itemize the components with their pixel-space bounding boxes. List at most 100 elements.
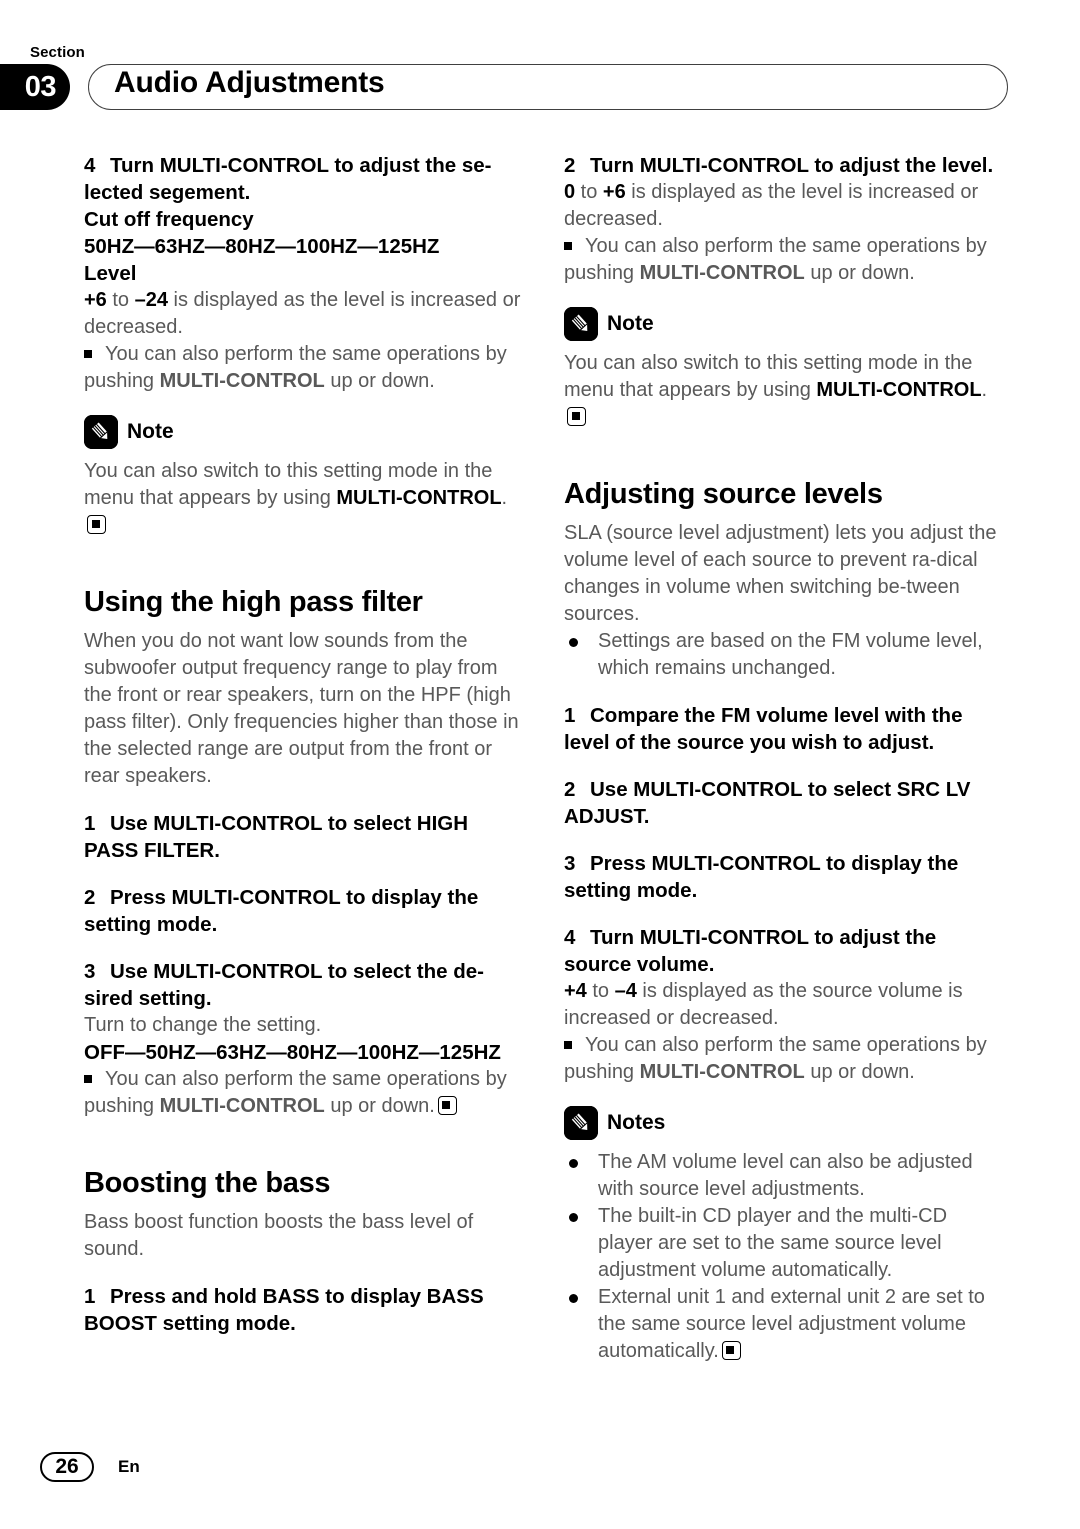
note-body: You can also switch to this setting mode… <box>84 458 524 539</box>
step-number: 3 <box>564 852 576 875</box>
level-range-paragraph: +6 to –24 is displayed as the level is i… <box>84 287 524 341</box>
adjusting-source-levels-heading: Adjusting source levels <box>564 478 883 510</box>
step-text: Compare the FM volume level with the lev… <box>564 704 963 754</box>
range-connector: to <box>106 289 135 311</box>
cut-off-frequency-heading: Cut off frequency <box>84 208 254 231</box>
high-pass-filter-body: When you do not want low sounds from the… <box>84 630 519 787</box>
note-body-bold: MULTI-CONTROL <box>816 379 982 401</box>
step-number: 4 <box>84 154 96 177</box>
list-item: Settings are based on the FM volume leve… <box>564 628 1004 682</box>
left-column: 4 Turn MULTI-CONTROL to adjust the se-lec… <box>84 152 524 1337</box>
step-item: 1 Use MULTI-CONTROL to select HIGH PASS F… <box>84 810 524 864</box>
page-header: Section 03 Audio Adjustments <box>0 34 1080 124</box>
step-item: 4 Turn MULTI-CONTROL to adjust the source… <box>564 924 1004 978</box>
square-bullet-item: You can also perform the same operations… <box>84 1066 524 1120</box>
range-connector: to <box>575 181 603 203</box>
source-range-max: –4 <box>614 980 637 1002</box>
pencil-icon <box>564 1106 598 1140</box>
bullet-text-bold: MULTI-CONTROL <box>159 370 325 392</box>
step-number: 2 <box>564 778 576 801</box>
step-number: 4 <box>564 926 576 949</box>
step-text: Turn MULTI-CONTROL to adjust the se-lect… <box>84 154 492 204</box>
bullet-text-c: up or down. <box>324 370 435 392</box>
square-bullet-icon <box>564 242 572 250</box>
step-number: 1 <box>84 1285 96 1308</box>
step-text: Press MULTI-CONTROL to display the setti… <box>84 886 479 936</box>
list-item: External unit 1 and external unit 2 are … <box>564 1284 1004 1365</box>
level-range-tail: is displayed as the level is increased o… <box>564 181 979 230</box>
level-range-min: 0 <box>564 181 576 203</box>
level-range-paragraph: 0 to +6 is displayed as the level is inc… <box>564 179 1004 233</box>
step-number: 2 <box>564 154 576 177</box>
pencil-icon <box>84 415 118 449</box>
square-bullet-icon <box>84 350 92 358</box>
note-label: Note <box>127 420 174 443</box>
note-body: You can also switch to this setting mode… <box>564 350 1004 431</box>
range-connector: to <box>586 980 615 1002</box>
step-text: Press MULTI-CONTROL to display the setti… <box>564 852 959 902</box>
list-item: The AM volume level can also be adjusted… <box>564 1149 1004 1203</box>
high-pass-filter-heading: Using the high pass filter <box>84 586 423 618</box>
bullet-text-bold: MULTI-CONTROL <box>159 1095 325 1117</box>
square-bullet-item: You can also perform the same operations… <box>84 341 524 395</box>
notes-label: Notes <box>607 1111 666 1134</box>
bullet-text-c: up or down. <box>804 262 915 284</box>
step-text: Press and hold BASS to display BASS BOOS… <box>84 1285 484 1335</box>
note-body-bold: MULTI-CONTROL <box>336 487 502 509</box>
step-item: 4 Turn MULTI-CONTROL to adjust the se-lec… <box>84 152 524 206</box>
step-number: 1 <box>564 704 576 727</box>
notes-header: Notes <box>564 1106 1004 1140</box>
source-range-min: +4 <box>564 980 587 1002</box>
level-range-min: +6 <box>84 289 107 311</box>
section-number-badge: 03 <box>0 64 70 110</box>
bullet-text-c: up or down. <box>324 1095 435 1117</box>
note-label: Note <box>607 312 654 335</box>
step-number: 2 <box>84 886 96 909</box>
end-of-section-icon <box>567 407 586 426</box>
note-body-period: . <box>981 379 988 401</box>
level-range-max: –24 <box>134 289 168 311</box>
step-text: Turn MULTI-CONTROL to adjust the source … <box>564 926 937 976</box>
end-of-section-icon <box>437 1096 457 1115</box>
bullet-text-bold: MULTI-CONTROL <box>639 262 805 284</box>
square-bullet-icon <box>564 1041 572 1049</box>
step-number: 1 <box>84 812 96 835</box>
page-title: Audio Adjustments <box>114 66 385 99</box>
square-bullet-item: You can also perform the same operations… <box>564 233 1004 287</box>
source-volume-range-paragraph: +4 to –4 is displayed as the source volu… <box>564 978 1004 1032</box>
adjusting-source-levels-body: SLA (source level adjustment) lets you a… <box>564 522 997 625</box>
square-bullet-item: You can also perform the same operations… <box>564 1032 1004 1086</box>
note-header: Note <box>84 415 524 449</box>
step-text: Use MULTI-CONTROL to select SRC LV ADJUS… <box>564 778 971 828</box>
page-footer: 26 En <box>40 1452 140 1482</box>
step3-note: Turn to change the setting. <box>84 1014 322 1036</box>
bullet-text-c: up or down. <box>804 1061 915 1083</box>
list-item-text: External unit 1 and external unit 2 are … <box>598 1286 985 1362</box>
step-item: 2 Turn MULTI-CONTROL to adjust the level. <box>564 152 1004 179</box>
end-of-section-icon <box>87 515 106 534</box>
level-heading: Level <box>84 262 137 285</box>
step-item: 2 Press MULTI-CONTROL to display the sett… <box>84 884 524 938</box>
language-code: En <box>118 1457 140 1476</box>
note-body-period: . <box>501 487 508 509</box>
square-bullet-icon <box>84 1075 92 1083</box>
pencil-icon <box>564 307 598 341</box>
cut-off-frequency-values: 50HZ—63HZ—80HZ—100HZ—125HZ <box>84 235 440 258</box>
page-number: 26 <box>40 1452 94 1482</box>
step-item: 3 Use MULTI-CONTROL to select the de-sire… <box>84 958 524 1012</box>
end-of-section-icon <box>721 1341 741 1360</box>
boosting-bass-heading: Boosting the bass <box>84 1167 331 1199</box>
step-number: 3 <box>84 960 96 983</box>
bullet-text-bold: MULTI-CONTROL <box>639 1061 805 1083</box>
step-text: Use MULTI-CONTROL to select HIGH PASS FI… <box>84 812 469 862</box>
step-text: Turn MULTI-CONTROL to adjust the level. <box>590 154 994 177</box>
step-item: 1 Press and hold BASS to display BASS BOO… <box>84 1283 524 1337</box>
boosting-bass-body: Bass boost function boosts the bass leve… <box>84 1211 474 1260</box>
step-item: 2 Use MULTI-CONTROL to select SRC LV ADJU… <box>564 776 1004 830</box>
list-item: The built-in CD player and the multi-CD … <box>564 1203 1004 1284</box>
step-text: Use MULTI-CONTROL to select the de-sired… <box>84 960 484 1010</box>
step-item: 1 Compare the FM volume level with the le… <box>564 702 1004 756</box>
level-range-max: +6 <box>602 181 626 203</box>
section-label: Section <box>30 44 85 61</box>
step-item: 3 Press MULTI-CONTROL to display the sett… <box>564 850 1004 904</box>
